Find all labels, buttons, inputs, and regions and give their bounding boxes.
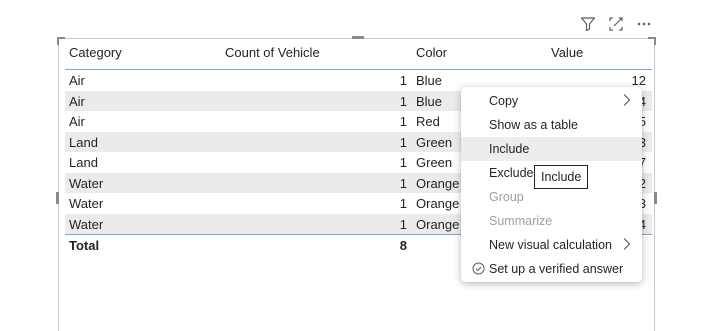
menu-item-label: Summarize xyxy=(489,214,553,228)
cell-count-of-vehicle: 1 xyxy=(399,155,407,170)
cell-category: Water xyxy=(69,196,104,211)
resize-handle-top[interactable] xyxy=(352,36,364,39)
cell-category: Air xyxy=(69,93,85,109)
menu-item-label: Copy xyxy=(489,94,519,108)
total-count: 8 xyxy=(399,238,407,253)
column-header-color[interactable]: Color xyxy=(416,45,447,60)
cell-count-of-vehicle: 1 xyxy=(399,93,407,109)
cell-category: Land xyxy=(69,134,98,150)
resize-handle-left[interactable] xyxy=(56,192,59,204)
menu-item-label: Show as a table xyxy=(489,118,578,132)
cell-count-of-vehicle: 1 xyxy=(399,216,407,232)
cell-color: Green xyxy=(416,155,453,170)
column-header-category[interactable]: Category xyxy=(69,45,122,60)
resize-handle-right[interactable] xyxy=(654,192,657,204)
cell-count-of-vehicle: 1 xyxy=(399,134,407,150)
table-header: Category Count of Vehicle Color Value xyxy=(65,42,652,70)
cell-count-of-vehicle: 1 xyxy=(399,175,407,191)
cell-category: Water xyxy=(69,175,104,191)
total-label: Total xyxy=(69,238,100,253)
chevron-right-icon xyxy=(622,237,632,254)
cell-category: Air xyxy=(69,114,85,129)
include-tooltip: Include xyxy=(534,165,589,189)
chevron-right-icon xyxy=(622,93,632,110)
cell-color: Red xyxy=(416,114,440,129)
menu-item-label: Exclude xyxy=(489,166,534,180)
menu-item-label: New visual calculation xyxy=(489,238,612,252)
column-header-value[interactable]: Value xyxy=(551,45,583,60)
cell-count-of-vehicle: 1 xyxy=(399,196,407,211)
menu-item-label: Set up a verified answer xyxy=(489,262,624,276)
menu-item-summarize[interactable]: Summarize xyxy=(461,209,642,233)
check-circle-icon xyxy=(472,262,485,278)
cell-category: Water xyxy=(69,216,104,232)
focus-mode-icon[interactable] xyxy=(606,14,626,34)
cell-color: Blue xyxy=(416,73,443,88)
menu-item-include[interactable]: Include xyxy=(461,137,642,161)
cell-color: Green xyxy=(416,134,453,150)
menu-item-label: Group xyxy=(489,190,524,204)
visual-header-icons xyxy=(578,14,654,34)
menu-item-show-as-a-table[interactable]: Show as a table xyxy=(461,113,642,137)
cell-category: Air xyxy=(69,73,85,88)
more-options-icon[interactable] xyxy=(634,14,654,34)
column-header-count-of-vehicle[interactable]: Count of Vehicle xyxy=(225,45,320,60)
menu-item-set-up-a-verified-answer[interactable]: Set up a verified answer xyxy=(461,257,642,281)
cell-value: 12 xyxy=(631,73,646,88)
cell-color: Orange xyxy=(416,216,460,232)
cell-color: Orange xyxy=(416,196,460,211)
menu-item-label: Include xyxy=(489,142,530,156)
cell-category: Land xyxy=(69,155,98,170)
filter-icon[interactable] xyxy=(578,14,598,34)
cell-count-of-vehicle: 1 xyxy=(399,73,407,88)
resize-corner-top-left[interactable] xyxy=(57,37,65,45)
menu-item-copy[interactable]: Copy xyxy=(461,89,642,113)
cell-count-of-vehicle: 1 xyxy=(399,114,407,129)
menu-item-new-visual-calculation[interactable]: New visual calculation xyxy=(461,233,642,257)
cell-color: Blue xyxy=(416,93,443,109)
cell-color: Orange xyxy=(416,175,460,191)
